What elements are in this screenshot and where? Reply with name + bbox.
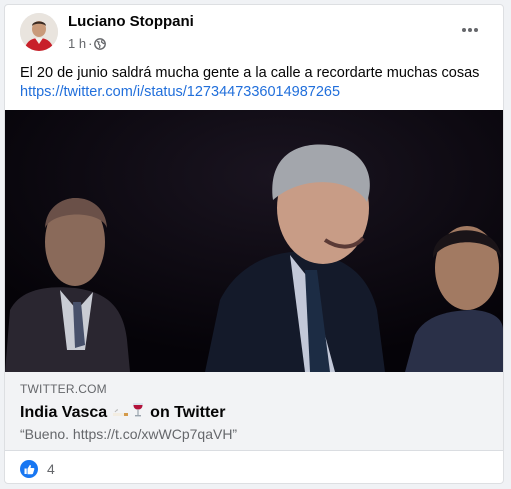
post-header: Luciano Stoppani 1 h · xyxy=(5,5,503,63)
like-icon xyxy=(20,460,38,478)
reactions-summary[interactable]: 4 xyxy=(20,460,55,478)
link-title: India Vasca on Twitter xyxy=(20,402,225,423)
cigarette-emoji xyxy=(113,404,129,422)
post-time[interactable]: 1 h xyxy=(68,36,86,51)
avatar[interactable] xyxy=(20,13,58,51)
post-meta: 1 h · xyxy=(68,36,107,51)
globe-icon xyxy=(94,37,107,50)
title-emojis xyxy=(113,402,144,423)
more-options-icon[interactable] xyxy=(457,17,483,43)
post-card: Luciano Stoppani 1 h · El 20 de junio sa… xyxy=(4,4,504,484)
video-thumbnail[interactable] xyxy=(5,110,503,372)
post-text: El 20 de junio saldrá mucha gente a la c… xyxy=(20,64,493,102)
meta-separator: · xyxy=(88,36,93,51)
link-preview[interactable]: TWITTER.COM India Vasca on Twitter “Buen… xyxy=(5,372,503,451)
link-title-suffix: on Twitter xyxy=(150,403,226,421)
post-message: El 20 de junio saldrá mucha gente a la c… xyxy=(20,65,480,81)
link-title-name: India Vasca xyxy=(20,403,108,421)
author-name[interactable]: Luciano Stoppani xyxy=(68,13,194,30)
link-domain: TWITTER.COM xyxy=(20,382,107,396)
link-description: “Bueno. https://t.co/xwWCp7qaVH” xyxy=(20,426,238,442)
reaction-count: 4 xyxy=(47,461,55,477)
post-link[interactable]: https://twitter.com/i/status/12734473360… xyxy=(20,83,493,102)
wine-glass-emoji xyxy=(132,402,144,423)
